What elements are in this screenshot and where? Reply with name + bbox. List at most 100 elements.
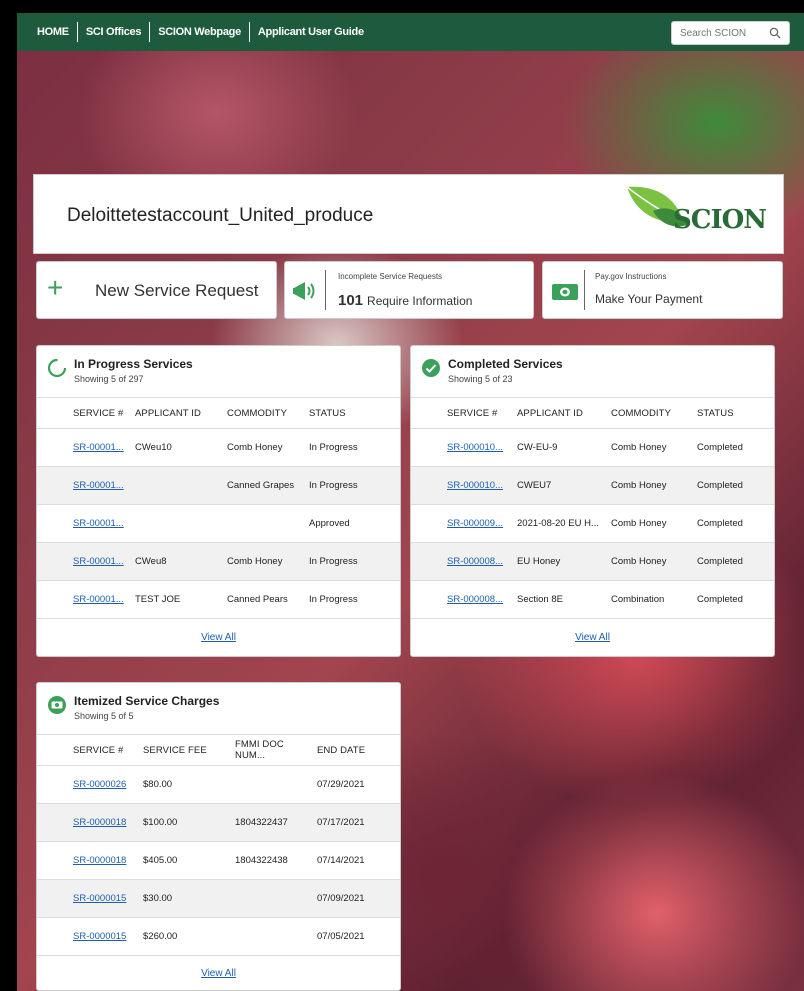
completed-title: Completed Services [448, 357, 563, 371]
status: Completed [689, 466, 774, 505]
table-row: SR-00001... CWeu8 Comb Honey In Progress [37, 542, 400, 581]
commodity: Comb Honey [603, 542, 689, 581]
commodity: Comb Honey [219, 542, 301, 581]
applicant-id [127, 466, 219, 505]
in-progress-title: In Progress Services [74, 357, 193, 371]
search-icon[interactable] [769, 27, 781, 39]
commodity [219, 504, 301, 543]
col-header[interactable]: SERVICE # [411, 397, 509, 429]
service-link[interactable]: SR-00001... [73, 442, 124, 453]
nav-user-guide-link[interactable]: Applicant User Guide [250, 22, 372, 42]
megaphone-icon [293, 282, 315, 300]
table-row: SR-0000018 $405.00 1804322438 07/14/2021 [37, 841, 400, 880]
table-row: SR-000008... Section 8E Combination Comp… [411, 580, 774, 619]
service-fee: $30.00 [135, 879, 227, 918]
applicant-id: CWeu8 [127, 542, 219, 581]
status: Completed [689, 542, 774, 581]
col-header[interactable]: STATUS [301, 397, 400, 429]
service-link[interactable]: SR-000008... [447, 556, 503, 567]
service-link[interactable]: SR-0000015 [73, 893, 126, 904]
service-link[interactable]: SR-0000018 [73, 855, 126, 866]
nav-links: HOME SCI Offices SCION Webpage Applicant… [17, 22, 372, 42]
check-circle-icon [422, 359, 440, 377]
service-link[interactable]: SR-0000018 [73, 817, 126, 828]
end-date: 07/29/2021 [309, 765, 400, 804]
service-link[interactable]: SR-00001... [73, 518, 124, 529]
in-progress-panel: In Progress Services Showing 5 of 297 SE… [36, 345, 401, 657]
commodity: Canned Pears [219, 580, 301, 619]
commodity: Combination [603, 580, 689, 619]
table-row: SR-00001... Approved [37, 504, 400, 543]
nav-home-link[interactable]: HOME [29, 22, 78, 42]
applicant-id: 2021-08-20 EU H... [509, 504, 603, 543]
plus-icon: + [47, 272, 64, 303]
col-header[interactable]: COMMODITY [603, 397, 689, 429]
tile-divider [584, 270, 585, 310]
col-header[interactable]: END DATE [309, 734, 400, 766]
new-service-request-label: New Service Request [95, 281, 259, 300]
commodity: Comb Honey [219, 428, 301, 467]
paygov-tile[interactable]: Pay.gov Instructions Make Your Payment [542, 261, 783, 319]
fmmi-doc-num [227, 879, 309, 918]
fmmi-doc-num [227, 917, 309, 956]
itemized-charges-panel: Itemized Service Charges Showing 5 of 5 … [36, 682, 401, 991]
end-date: 07/05/2021 [309, 917, 400, 956]
col-header[interactable]: SERVICE FEE [135, 734, 227, 766]
scion-logo: SCION [623, 181, 767, 245]
col-header[interactable]: SERVICE # [37, 734, 135, 766]
service-fee: $405.00 [135, 841, 227, 880]
nav-scion-webpage-link[interactable]: SCION Webpage [150, 22, 250, 42]
search-box [671, 21, 790, 45]
col-header[interactable]: SERVICE # [37, 397, 127, 429]
nav-sci-offices-link[interactable]: SCI Offices [78, 22, 151, 42]
fmmi-doc-num: 1804322438 [227, 841, 309, 880]
tile-divider [325, 270, 326, 310]
account-header: Deloittetestaccount_United_produce SCION [33, 174, 784, 254]
commodity: Comb Honey [603, 466, 689, 505]
service-link[interactable]: SR-000009... [447, 518, 503, 529]
col-header[interactable]: APPLICANT ID [509, 397, 603, 429]
applicant-id [127, 504, 219, 543]
table-row: SR-0000018 $100.00 1804322437 07/17/2021 [37, 803, 400, 842]
service-link[interactable]: SR-0000015 [73, 931, 126, 942]
status: In Progress [301, 580, 400, 619]
service-link[interactable]: SR-00001... [73, 480, 124, 491]
col-header[interactable]: STATUS [689, 397, 774, 429]
col-header[interactable]: COMMODITY [219, 397, 301, 429]
service-fee: $80.00 [135, 765, 227, 804]
service-link[interactable]: SR-000008... [447, 594, 503, 605]
col-header[interactable]: FMMI DOC NUM... [227, 734, 309, 766]
incomplete-requests-tile[interactable]: Incomplete Service Requests 101 Require I… [284, 261, 534, 319]
incomplete-requests-value: 101 Require Information [338, 292, 472, 309]
new-service-request-tile[interactable]: + New Service Request [36, 261, 277, 319]
table-row: SR-0000015 $260.00 07/05/2021 [37, 917, 400, 956]
completed-view-all-link[interactable]: View All [411, 632, 774, 643]
end-date: 07/17/2021 [309, 803, 400, 842]
status: In Progress [301, 466, 400, 505]
applicant-id: TEST JOE [127, 580, 219, 619]
service-link[interactable]: SR-000010... [447, 480, 503, 491]
service-link[interactable]: SR-00001... [73, 556, 124, 567]
in-progress-view-all-link[interactable]: View All [37, 632, 400, 643]
status: Completed [689, 580, 774, 619]
table-row: SR-0000026 $80.00 07/29/2021 [37, 765, 400, 804]
applicant-id: CWEU7 [509, 466, 603, 505]
paygov-label: Make Your Payment [595, 292, 703, 306]
charges-view-all-link[interactable]: View All [37, 968, 400, 979]
col-header[interactable]: APPLICANT ID [127, 397, 219, 429]
service-link[interactable]: SR-0000026 [73, 779, 126, 790]
service-link[interactable]: SR-000010... [447, 442, 503, 453]
commodity: Comb Honey [603, 504, 689, 543]
service-link[interactable]: SR-00001... [73, 594, 124, 605]
logo-text: SCION [673, 205, 767, 235]
table-row: SR-000008... EU Honey Comb Honey Complet… [411, 542, 774, 581]
money-icon [552, 284, 578, 300]
account-name: Deloittetestaccount_United_produce [67, 205, 374, 226]
in-progress-table: SERVICE # APPLICANT ID COMMODITY STATUS … [37, 397, 400, 619]
end-date: 07/09/2021 [309, 879, 400, 918]
paygov-caption: Pay.gov Instructions [595, 272, 667, 281]
top-nav-bar: HOME SCI Offices SCION Webpage Applicant… [17, 13, 804, 51]
status: Completed [689, 504, 774, 543]
money-icon [48, 696, 66, 714]
search-input[interactable] [680, 27, 770, 39]
